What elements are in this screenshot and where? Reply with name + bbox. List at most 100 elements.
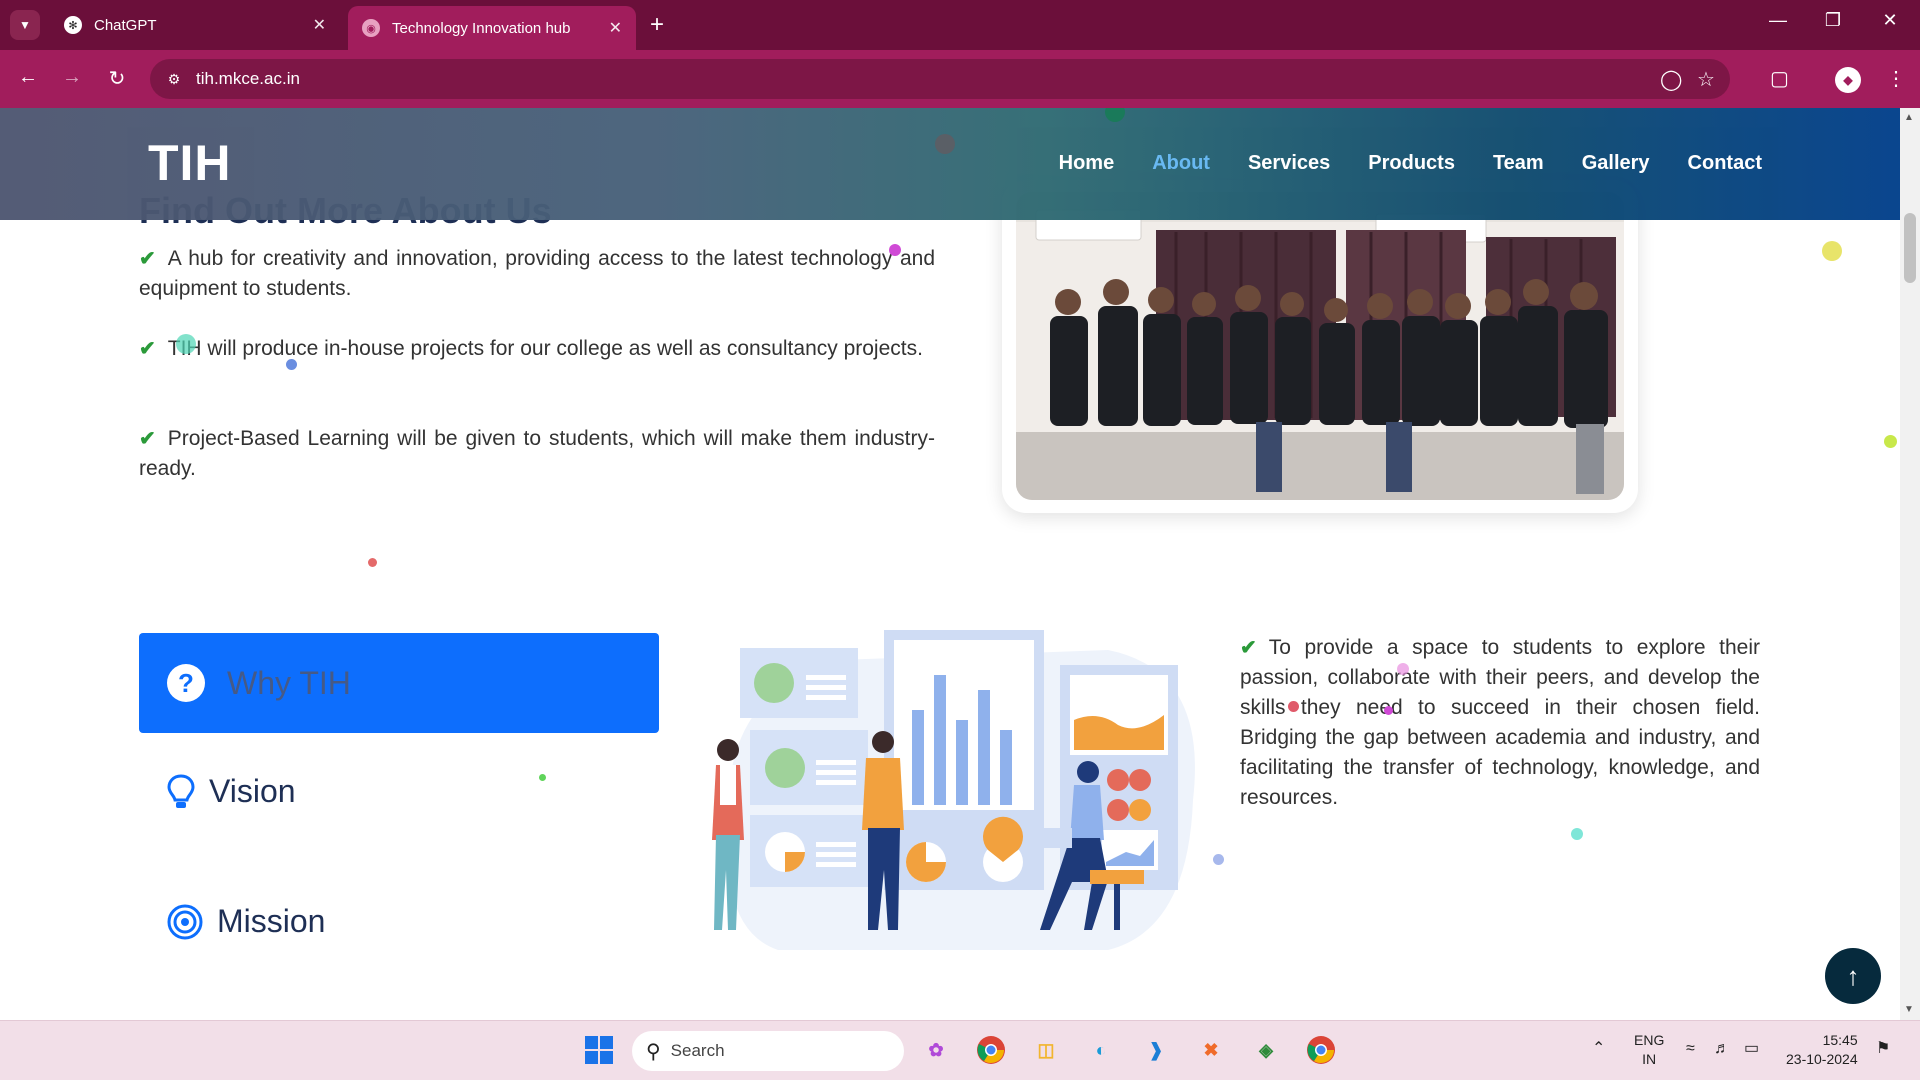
site-header: TIH Home About Services Products Team Ga…: [0, 108, 1900, 220]
site-icon: ◉: [362, 19, 380, 37]
close-icon[interactable]: ✕: [609, 18, 622, 38]
about-bullet: ✔ TIH will produce in-house projects for …: [139, 334, 935, 364]
analytics-illustration: [688, 630, 1208, 955]
browser-tab-bar: ▼ ✻ ChatGPT ✕ ◉ Technology Innovation hu…: [0, 0, 1920, 50]
search-icon: ⚲: [646, 1040, 661, 1063]
chrome-profile-icon[interactable]: [1304, 1033, 1338, 1067]
checkmark-icon: ✔: [1240, 637, 1257, 659]
scrollbar-thumb[interactable]: [1904, 213, 1916, 283]
scroll-to-top-button[interactable]: ↑: [1825, 948, 1881, 1004]
particle-dot: [1288, 701, 1299, 712]
reload-icon[interactable]: ↻: [103, 66, 131, 91]
tab-technology-innovation-hub[interactable]: ◉ Technology Innovation hub ✕: [348, 6, 636, 50]
tab-mission[interactable]: Mission: [167, 903, 325, 940]
window-close-icon[interactable]: ✕: [1870, 10, 1910, 31]
new-tab-plus-icon[interactable]: +: [650, 12, 664, 38]
nav-services[interactable]: Services: [1248, 152, 1330, 175]
about-bullet-text: A hub for creativity and innovation, pro…: [139, 247, 935, 300]
particle-dot: [935, 134, 955, 154]
particle-dot: [286, 359, 297, 370]
tab-search-dropdown-icon[interactable]: ▼: [10, 10, 40, 40]
eye-off-icon[interactable]: ◯: [1660, 67, 1682, 92]
browser-toolbar: ← → ↻ ⚙ tih.mkce.ac.in ◯ ☆ ▢ ⋮: [0, 50, 1920, 108]
particle-dot: [539, 774, 546, 781]
vscode-icon[interactable]: ❱: [1139, 1033, 1173, 1067]
particle-dot: [1571, 828, 1583, 840]
restore-icon[interactable]: ❐: [1813, 10, 1853, 31]
windows-taskbar: ⚲ Search ✿ ◫ ◐ ❱ ✖ ◈ ⌃ ENG IN ≈ ♬ ▭ 15:4…: [0, 1020, 1920, 1080]
checkmark-icon: ✔: [139, 428, 156, 450]
language-indicator[interactable]: ENG IN: [1634, 1031, 1664, 1069]
language-code: ENG: [1634, 1032, 1665, 1048]
battery-icon[interactable]: ▭: [1744, 1039, 1759, 1058]
checkmark-icon: ✔: [139, 248, 156, 270]
particle-dot: [368, 558, 377, 567]
particle-dot: [176, 334, 196, 354]
tab-label: Why TIH: [227, 664, 351, 701]
tab-why-tih[interactable]: ? Why TIH: [139, 633, 659, 733]
nav-products[interactable]: Products: [1368, 152, 1455, 175]
particle-dot: [1213, 854, 1224, 865]
forward-arrow-icon[interactable]: →: [58, 66, 86, 89]
main-nav: Home About Services Products Team Galler…: [1059, 152, 1762, 175]
star-bookmark-icon[interactable]: ☆: [1697, 67, 1715, 92]
particle-dot: [1384, 706, 1393, 715]
mongodb-leaf-icon[interactable]: ◈: [1249, 1033, 1283, 1067]
why-tih-description: ✔ To provide a space to students to explo…: [1240, 633, 1760, 813]
particle-dot: [1397, 663, 1409, 675]
team-photo: [1016, 192, 1624, 500]
nav-contact[interactable]: Contact: [1688, 152, 1762, 175]
volume-icon[interactable]: ♬: [1714, 1039, 1730, 1058]
minimize-icon[interactable]: —: [1758, 10, 1798, 31]
team-photo-image: [1016, 192, 1624, 500]
tab-chatgpt[interactable]: ✻ ChatGPT ✕: [50, 6, 340, 44]
copilot-icon[interactable]: ✿: [919, 1033, 953, 1067]
menu-kebab-icon[interactable]: ⋮: [1886, 66, 1906, 91]
nav-home[interactable]: Home: [1059, 152, 1115, 175]
clock[interactable]: 15:45 23-10-2024: [1786, 1031, 1858, 1069]
tab-title: ChatGPT: [94, 16, 157, 34]
tab-vision[interactable]: Vision: [167, 773, 296, 810]
site-logo[interactable]: TIH: [148, 134, 232, 192]
arrow-up-icon: ↑: [1846, 960, 1860, 991]
site-info-icon[interactable]: ⚙: [162, 67, 186, 91]
windows-start-icon[interactable]: [582, 1033, 616, 1067]
particle-dot: [1822, 241, 1842, 261]
back-arrow-icon[interactable]: ←: [14, 66, 42, 89]
extensions-puzzle-icon[interactable]: ▢: [1770, 66, 1789, 91]
about-bullet-text: Project-Based Learning will be given to …: [139, 427, 935, 480]
clock-time: 15:45: [1822, 1032, 1858, 1048]
scroll-down-arrow-icon[interactable]: ▼: [1904, 1004, 1914, 1015]
nav-team[interactable]: Team: [1493, 152, 1544, 175]
profile-avatar[interactable]: ◆: [1835, 67, 1861, 93]
xampp-icon[interactable]: ✖: [1194, 1033, 1228, 1067]
chrome-icon[interactable]: [974, 1033, 1008, 1067]
address-bar[interactable]: ⚙ tih.mkce.ac.in ◯ ☆: [150, 59, 1730, 99]
target-icon: [167, 904, 203, 939]
tab-title: Technology Innovation hub: [392, 19, 571, 37]
particle-dot: [1884, 435, 1897, 448]
about-bullet: ✔ Project-Based Learning will be given to…: [139, 424, 935, 484]
chatgpt-icon: ✻: [64, 16, 82, 34]
nav-about[interactable]: About: [1152, 152, 1210, 175]
checkmark-icon: ✔: [139, 338, 156, 360]
nav-gallery[interactable]: Gallery: [1582, 152, 1650, 175]
scroll-up-arrow-icon[interactable]: ▲: [1904, 112, 1914, 123]
region-code: IN: [1642, 1051, 1657, 1067]
edge-icon[interactable]: ◐: [1084, 1033, 1118, 1067]
close-icon[interactable]: ✕: [313, 15, 326, 35]
page-scrollbar[interactable]: ▲ ▼: [1900, 108, 1920, 1020]
about-bullet: ✔ A hub for creativity and innovation, pr…: [139, 244, 935, 304]
file-explorer-icon[interactable]: ◫: [1029, 1033, 1063, 1067]
notification-bell-icon[interactable]: ⚑: [1876, 1039, 1890, 1058]
why-tih-text: To provide a space to students to explor…: [1240, 636, 1760, 809]
wifi-icon[interactable]: ≈: [1686, 1039, 1695, 1058]
lightbulb-icon: [167, 773, 195, 808]
team-photo-card: [1002, 180, 1638, 513]
web-page: TIH Home About Services Products Team Ga…: [0, 108, 1900, 1020]
question-circle-icon: ?: [167, 664, 205, 702]
about-bullet-text: TIH will produce in-house projects for o…: [167, 337, 923, 360]
tray-chevron-icon[interactable]: ⌃: [1592, 1039, 1605, 1058]
tab-label: Vision: [209, 773, 296, 809]
taskbar-search[interactable]: ⚲ Search: [632, 1031, 904, 1071]
